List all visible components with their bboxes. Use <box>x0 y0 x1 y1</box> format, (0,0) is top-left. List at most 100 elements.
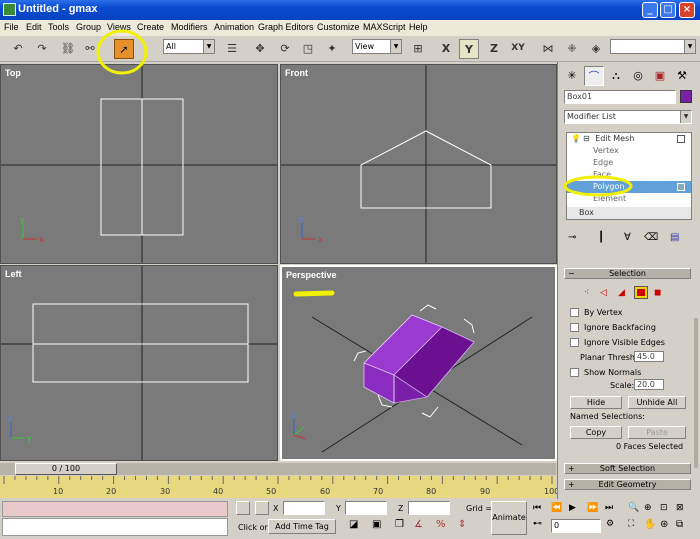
edge-mode-icon[interactable]: ◁ <box>600 288 607 298</box>
utilities-tab-icon[interactable]: ⚒ <box>672 66 692 86</box>
time-slider-thumb[interactable]: 0 / 100 <box>15 463 117 475</box>
select-and-manipulate-icon[interactable]: ✦ <box>322 39 342 59</box>
ignore-visible-edges-checkbox[interactable] <box>570 338 579 347</box>
close-button[interactable]: × <box>679 2 695 18</box>
modifier-stack[interactable]: 💡 ⊟ Edit Mesh Vertex Edge Face Polygon El… <box>566 132 692 220</box>
stack-element[interactable]: Element <box>567 193 691 205</box>
selection-filter-dropdown[interactable]: All ▼ <box>163 39 215 54</box>
redo-icon[interactable]: ↷ <box>32 39 52 59</box>
unlink-icon[interactable]: ⚯ <box>80 39 100 59</box>
menu-tools[interactable]: Tools <box>48 22 69 32</box>
menu-customize[interactable]: Customize <box>317 22 360 32</box>
viewport-left[interactable]: Left z y <box>0 265 278 461</box>
previous-frame-icon[interactable]: ⏪ <box>551 503 565 515</box>
select-and-link-icon[interactable]: ⛓ <box>58 39 78 59</box>
percent-snap-icon[interactable]: % <box>436 519 450 533</box>
menu-graph-editors[interactable]: Graph Editors <box>258 22 314 32</box>
stack-vertex[interactable]: Vertex <box>567 145 691 157</box>
lock-selection-icon[interactable] <box>236 501 250 515</box>
scale-spinner[interactable]: 20.0 <box>634 379 664 390</box>
menu-modifiers[interactable]: Modifiers <box>171 22 208 32</box>
modify-tab-icon[interactable]: ⌒ <box>584 66 604 86</box>
zoom-all-icon[interactable]: ⊕ <box>644 503 656 515</box>
play-icon[interactable]: ▶ <box>569 503 583 515</box>
axis-x-button[interactable]: X <box>436 39 456 59</box>
create-tab-icon[interactable]: ✳ <box>562 66 582 86</box>
maxscript-listener-mini[interactable] <box>2 501 228 517</box>
hide-button[interactable]: Hide <box>570 396 622 409</box>
time-config-icon[interactable]: ⚙ <box>606 519 620 533</box>
go-to-start-icon[interactable]: ⏮ <box>533 503 547 515</box>
select-and-rotate-icon[interactable]: ⟳ <box>275 39 295 59</box>
edit-geometry-rollout-header[interactable]: + Edit Geometry <box>564 479 691 490</box>
viewport-perspective[interactable]: Perspective z <box>280 265 557 461</box>
axis-z-button[interactable]: Z <box>484 39 504 59</box>
z-coord-field[interactable] <box>408 501 450 515</box>
stack-face[interactable]: Face <box>567 169 691 181</box>
menu-file[interactable]: File <box>4 22 19 32</box>
menu-create[interactable]: Create <box>137 22 164 32</box>
animate-button[interactable]: Animate <box>491 501 527 535</box>
stack-polygon[interactable]: Polygon <box>567 181 691 193</box>
polygon-toggle-icon[interactable] <box>677 183 685 191</box>
align-icon[interactable]: ⁜ <box>562 39 582 59</box>
command-panel-scrollbar[interactable] <box>694 318 698 468</box>
menu-animation[interactable]: Animation <box>214 22 254 32</box>
zoom-extents-all-icon[interactable]: ⊠ <box>676 503 688 515</box>
arc-rotate-icon[interactable]: ⊛ <box>660 519 672 533</box>
zoom-icon[interactable]: 🔍 <box>628 503 640 515</box>
menu-help[interactable]: Help <box>409 22 428 32</box>
menu-views[interactable]: Views <box>107 22 131 32</box>
select-object-button[interactable]: ➚ <box>114 39 134 59</box>
minimize-button[interactable]: _ <box>642 2 658 18</box>
field-of-view-icon[interactable]: ⛶ <box>628 519 640 533</box>
lightbulb-icon[interactable]: 💡 <box>571 134 581 143</box>
selection-lock-icon[interactable]: ◪ <box>349 519 361 533</box>
show-normals-checkbox[interactable] <box>570 368 579 377</box>
stack-box[interactable]: Box <box>567 207 691 219</box>
make-unique-icon[interactable]: ∀ <box>624 232 638 246</box>
current-frame-field[interactable]: 0 <box>551 519 601 533</box>
axis-y-button[interactable]: Y <box>459 39 479 59</box>
next-frame-icon[interactable]: ⏩ <box>587 503 601 515</box>
hierarchy-tab-icon[interactable]: ⛬ <box>606 66 626 86</box>
by-vertex-checkbox[interactable] <box>570 308 579 317</box>
menu-edit[interactable]: Edit <box>26 22 42 32</box>
pin-stack-icon[interactable]: ⊸ <box>568 232 582 246</box>
unhide-all-button[interactable]: Unhide All <box>628 396 686 409</box>
modifier-list-dropdown[interactable]: Modifier List ▼ <box>564 110 692 124</box>
viewport-top[interactable]: Top y x <box>0 64 278 264</box>
ignore-backfacing-checkbox[interactable] <box>570 323 579 332</box>
named-selection-dropdown[interactable]: ▼ <box>610 39 696 54</box>
zoom-extents-icon[interactable]: ⊡ <box>660 503 672 515</box>
pivot-center-icon[interactable]: ⊞ <box>408 39 428 59</box>
undo-icon[interactable]: ↶ <box>8 39 28 59</box>
select-by-name-icon[interactable]: ☰ <box>222 39 242 59</box>
material-editor-icon[interactable]: ◈ <box>586 39 606 59</box>
x-coord-field[interactable] <box>283 501 325 515</box>
spinner-snap-icon[interactable]: ⇕ <box>458 519 472 533</box>
absolute-mode-icon[interactable] <box>255 501 269 515</box>
prompt-line[interactable] <box>2 518 228 536</box>
go-to-end-icon[interactable]: ⏭ <box>605 503 619 515</box>
time-slider[interactable]: 0 / 100 <box>0 463 556 475</box>
menu-maxscript[interactable]: MAXScript <box>363 22 406 32</box>
planar-thresh-spinner[interactable]: 45.0 <box>634 351 664 362</box>
motion-tab-icon[interactable]: ◎ <box>628 66 648 86</box>
paste-button[interactable]: Paste <box>628 426 686 439</box>
selection-rollout-header[interactable]: − Selection <box>564 268 691 279</box>
copy-button[interactable]: Copy <box>570 426 622 439</box>
stack-edit-mesh[interactable]: 💡 ⊟ Edit Mesh <box>567 133 691 145</box>
axis-xy-button[interactable]: XY <box>508 39 528 59</box>
window-crossing-icon[interactable]: ▣ <box>372 519 384 533</box>
stack-edge[interactable]: Edge <box>567 157 691 169</box>
angle-snap-icon[interactable]: ∡ <box>414 519 428 533</box>
object-name-field[interactable]: Box01 <box>564 90 676 104</box>
expand-minus-icon[interactable]: ⊟ <box>583 134 590 143</box>
configure-sets-icon[interactable]: ▤ <box>670 232 684 246</box>
face-mode-icon[interactable]: ◢ <box>618 288 625 298</box>
modifier-toggle-icon[interactable] <box>677 135 685 143</box>
min-max-toggle-icon[interactable]: ⧉ <box>676 519 688 533</box>
menu-group[interactable]: Group <box>76 22 101 32</box>
add-time-tag-button[interactable]: Add Time Tag <box>268 519 336 534</box>
